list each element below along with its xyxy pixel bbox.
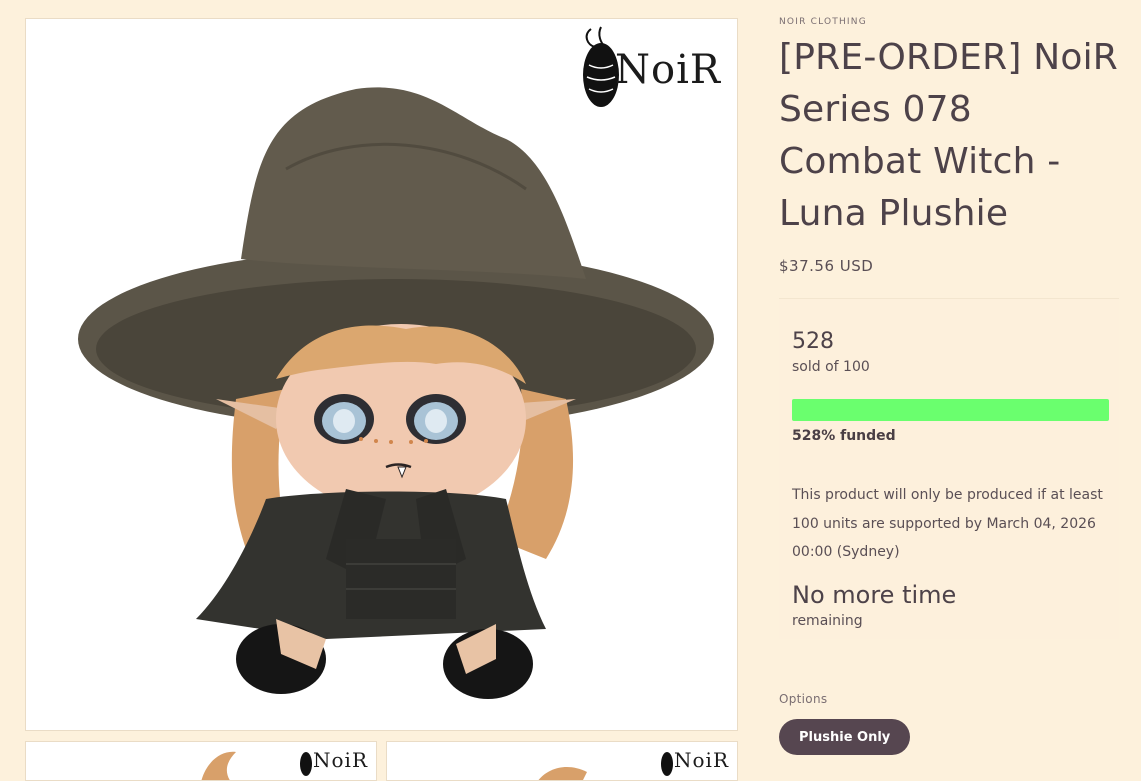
- noir-logo: NoiR: [299, 744, 368, 776]
- time-remaining-status: No more time: [792, 581, 957, 609]
- product-thumbnail-1[interactable]: NoiR: [25, 741, 377, 781]
- funding-note: This product will only be produced if at…: [792, 487, 1103, 560]
- shrimp-logo-icon: [661, 752, 673, 776]
- logo-text: NoiR: [615, 47, 721, 93]
- option-plushie-only[interactable]: Plushie Only: [779, 719, 911, 755]
- product-price: $37.56 USD: [779, 257, 874, 275]
- vendor-name[interactable]: NOIR CLOTHING: [779, 17, 867, 27]
- shrimp-logo-icon: [300, 752, 312, 776]
- sold-count: 528: [792, 329, 834, 354]
- time-remaining-label: remaining: [792, 613, 863, 629]
- noir-logo: NoiR: [660, 744, 729, 776]
- funded-percentage: 528% funded: [792, 428, 896, 444]
- sold-goal: sold of 100: [792, 359, 870, 375]
- logo-text: NoiR: [674, 748, 729, 772]
- options-label: Options: [779, 692, 828, 706]
- noir-logo: NoiR: [579, 25, 721, 115]
- crowdfunding-panel: 528 sold of 100 528% funded This product…: [779, 298, 1119, 639]
- product-main-image[interactable]: NoiR: [25, 18, 738, 731]
- funding-progress-fill: [792, 399, 1109, 421]
- product-thumbnail-2[interactable]: NoiR: [386, 741, 738, 781]
- product-title: [PRE-ORDER] NoiR Series 078 Combat Witch…: [779, 37, 1118, 234]
- funding-progress-bar: [792, 399, 1109, 421]
- plushie-illustration: [78, 87, 714, 699]
- logo-text: NoiR: [313, 748, 368, 772]
